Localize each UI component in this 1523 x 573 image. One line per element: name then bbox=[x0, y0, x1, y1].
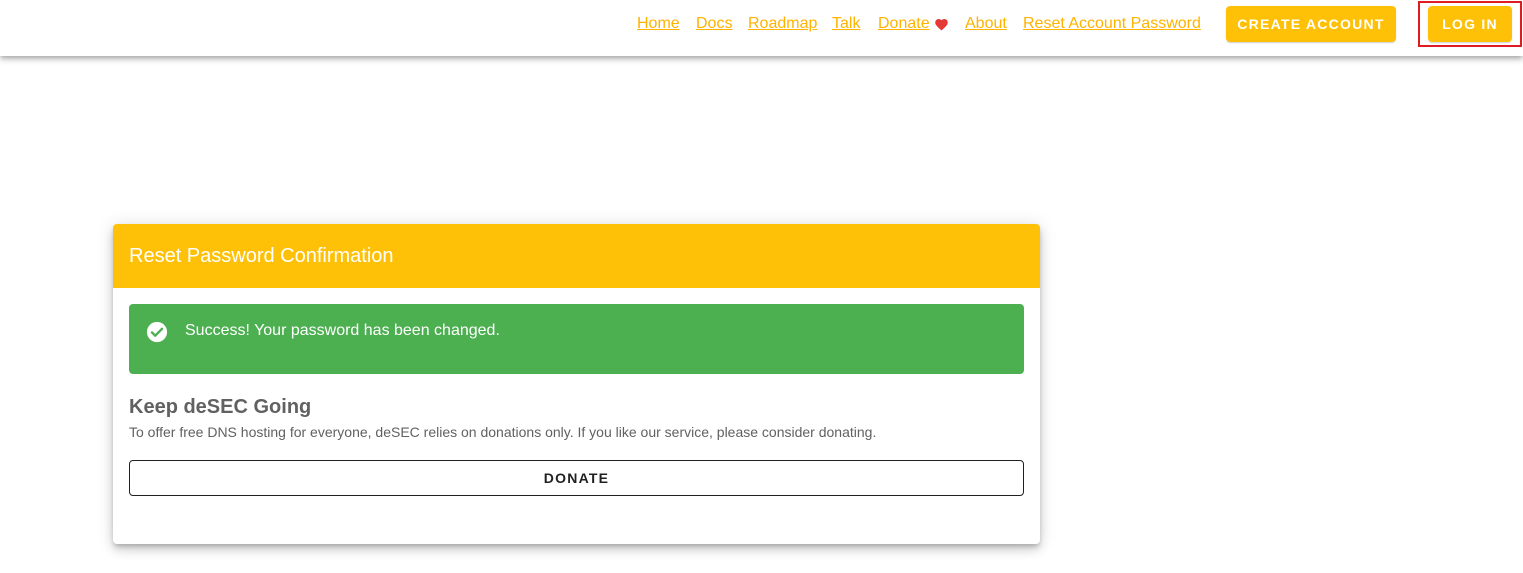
nav-link-home[interactable]: Home bbox=[637, 14, 680, 34]
check-circle-icon bbox=[146, 321, 168, 343]
login-highlight-box bbox=[1418, 1, 1522, 47]
success-alert: Success! Your password has been changed. bbox=[129, 304, 1024, 374]
top-navigation-bar: Home Docs Roadmap Talk Donate About Rese… bbox=[0, 0, 1523, 56]
donation-description: To offer free DNS hosting for everyone, … bbox=[129, 424, 877, 440]
donate-button[interactable]: DONATE bbox=[129, 460, 1024, 496]
donation-heading: Keep deSEC Going bbox=[129, 396, 312, 418]
nav-link-talk[interactable]: Talk bbox=[832, 14, 860, 34]
nav-link-docs[interactable]: Docs bbox=[696, 14, 732, 34]
card-title: Reset Password Confirmation bbox=[113, 224, 1040, 288]
create-account-button[interactable]: CREATE ACCOUNT bbox=[1226, 6, 1396, 42]
reset-password-card: Reset Password Confirmation Success! You… bbox=[113, 224, 1040, 544]
heart-icon bbox=[935, 19, 948, 31]
nav-link-roadmap[interactable]: Roadmap bbox=[748, 14, 817, 34]
nav-link-about[interactable]: About bbox=[965, 14, 1007, 34]
success-message: Success! Your password has been changed. bbox=[185, 322, 500, 339]
nav-link-donate[interactable]: Donate bbox=[878, 14, 930, 34]
nav-link-reset-password[interactable]: Reset Account Password bbox=[1023, 14, 1201, 34]
